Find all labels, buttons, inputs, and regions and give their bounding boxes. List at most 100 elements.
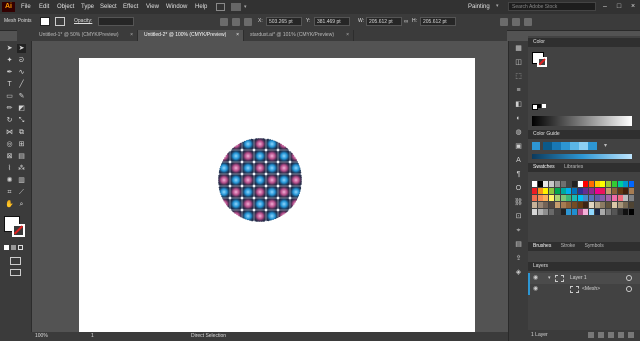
swatch[interactable] xyxy=(537,209,543,215)
mesh-anchor-point[interactable] xyxy=(252,148,256,152)
mesh-anchor-point[interactable] xyxy=(240,220,244,223)
transform-icon[interactable] xyxy=(244,18,252,26)
swatch[interactable] xyxy=(532,181,537,187)
properties-icon[interactable]: ▦ xyxy=(514,45,523,53)
harmony-swatch[interactable] xyxy=(570,142,579,150)
menu-select[interactable]: Select xyxy=(100,0,117,14)
swatch[interactable] xyxy=(560,188,566,194)
swatch[interactable] xyxy=(583,195,589,201)
swatch[interactable] xyxy=(617,195,623,201)
menu-object[interactable]: Object xyxy=(57,0,74,14)
mesh-anchor-point[interactable] xyxy=(252,184,256,188)
mesh-anchor-point[interactable] xyxy=(240,148,244,152)
swatch[interactable] xyxy=(606,202,612,208)
swatch[interactable] xyxy=(589,195,594,201)
type-tool-icon[interactable]: T xyxy=(5,80,14,89)
swatch[interactable] xyxy=(577,181,583,187)
new-layer-icon[interactable] xyxy=(618,332,624,338)
x-field[interactable]: 503.265 pt xyxy=(266,17,302,26)
swatch[interactable] xyxy=(628,195,634,201)
harmony-swatches[interactable] xyxy=(543,142,598,150)
swatch[interactable] xyxy=(549,181,555,187)
trash-icon[interactable] xyxy=(628,332,634,338)
base-color-swatch[interactable] xyxy=(532,142,540,150)
lasso-icon[interactable]: ᘐ xyxy=(17,56,26,65)
swatch[interactable] xyxy=(589,181,594,187)
swatch[interactable] xyxy=(543,209,549,215)
swatch[interactable] xyxy=(554,195,560,201)
layer-name[interactable]: Layer 1 xyxy=(570,274,587,283)
swatch[interactable] xyxy=(617,209,623,215)
none-mode-icon[interactable] xyxy=(18,245,23,250)
swatch[interactable] xyxy=(571,181,577,187)
swatch[interactable] xyxy=(554,188,560,194)
mesh-anchor-point[interactable] xyxy=(252,172,256,176)
mesh-anchor-point[interactable] xyxy=(288,220,292,223)
swatch[interactable] xyxy=(589,188,594,194)
eye-icon[interactable]: ◉ xyxy=(533,286,538,293)
sublayer-row[interactable]: ◉ <Mesh> xyxy=(528,284,640,295)
color-mode-icon[interactable] xyxy=(4,245,9,250)
swatch[interactable] xyxy=(611,188,617,194)
mesh-anchor-point[interactable] xyxy=(264,160,268,164)
mesh-anchor-point[interactable] xyxy=(252,137,256,140)
menu-help[interactable]: Help xyxy=(195,0,207,14)
mesh-anchor-point[interactable] xyxy=(276,148,280,152)
swatch[interactable] xyxy=(543,202,549,208)
swatch[interactable] xyxy=(594,209,600,215)
swatch[interactable] xyxy=(554,209,560,215)
clipping-mask-icon[interactable] xyxy=(598,332,604,338)
color-stroke-box[interactable] xyxy=(537,57,547,67)
width-tool-icon[interactable]: ⋈ xyxy=(5,128,14,137)
swatch[interactable] xyxy=(566,188,572,194)
mesh-anchor-point[interactable] xyxy=(300,137,303,140)
close-icon[interactable]: × xyxy=(236,30,239,41)
swatch[interactable] xyxy=(628,202,634,208)
panel-menu-icon[interactable] xyxy=(524,18,532,26)
swatch[interactable] xyxy=(571,209,577,215)
mesh-tool-icon[interactable]: ⊠ xyxy=(5,152,14,161)
tab-brushes[interactable]: Brushes xyxy=(533,243,551,249)
swatch[interactable] xyxy=(617,188,623,194)
swatch[interactable] xyxy=(577,195,583,201)
mesh-anchor-point[interactable] xyxy=(300,208,303,212)
swatch[interactable] xyxy=(600,188,606,194)
swatch[interactable] xyxy=(583,188,589,194)
direct-selection-tool-icon[interactable]: ➤ xyxy=(17,44,26,53)
mesh-anchor-point[interactable] xyxy=(240,184,244,188)
eye-icon[interactable]: ◉ xyxy=(533,275,538,282)
mesh-anchor-point[interactable] xyxy=(252,196,256,200)
swatch[interactable] xyxy=(543,188,549,194)
mesh-anchor-point[interactable] xyxy=(228,220,232,223)
swatch[interactable] xyxy=(537,181,543,187)
mesh-anchor-point[interactable] xyxy=(276,220,280,223)
stroke-color-box[interactable] xyxy=(12,224,25,237)
blend-tool-icon[interactable]: ⁂ xyxy=(17,164,26,173)
layer-row[interactable]: ◉ ▾ Layer 1 xyxy=(528,273,640,284)
swatch[interactable] xyxy=(611,181,617,187)
close-icon[interactable]: × xyxy=(346,30,349,41)
target-icon[interactable] xyxy=(626,286,632,292)
white-swatch[interactable] xyxy=(542,104,546,108)
sublayer-name[interactable]: <Mesh> xyxy=(582,285,600,294)
swatch[interactable] xyxy=(594,202,600,208)
mesh-anchor-point[interactable] xyxy=(264,208,268,212)
menu-edit[interactable]: Edit xyxy=(39,0,49,14)
swatch[interactable] xyxy=(566,195,572,201)
tab-libraries[interactable]: Libraries xyxy=(564,164,583,170)
color-spectrum[interactable] xyxy=(532,116,632,126)
mesh-anchor-point[interactable] xyxy=(288,196,292,200)
swatch[interactable] xyxy=(594,188,600,194)
swatch[interactable] xyxy=(560,202,566,208)
mesh-anchor-point[interactable] xyxy=(240,208,244,212)
isolate-icon[interactable] xyxy=(500,18,508,26)
menu-type[interactable]: Type xyxy=(81,0,94,14)
tab-symbols[interactable]: Symbols xyxy=(585,243,604,249)
mesh-anchor-point[interactable] xyxy=(300,196,303,200)
zoom-tool-icon[interactable]: ⌕ xyxy=(17,200,26,209)
mesh-anchor-point[interactable] xyxy=(264,148,268,152)
swatch[interactable] xyxy=(583,202,589,208)
swatch[interactable] xyxy=(537,202,543,208)
harmony-swatch[interactable] xyxy=(588,142,597,150)
mesh-anchor-point[interactable] xyxy=(276,196,280,200)
